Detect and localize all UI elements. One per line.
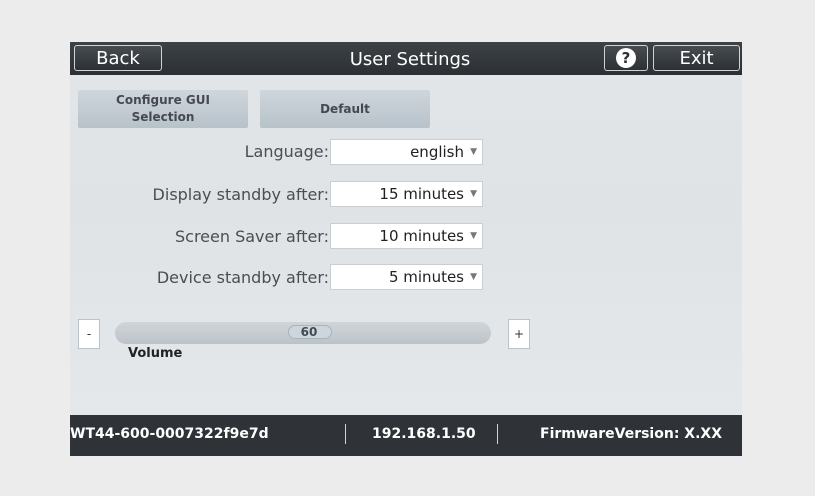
display-standby-dropdown[interactable]: 15 minutes ▼ xyxy=(330,181,483,207)
language-label: Language: xyxy=(244,142,329,161)
volume-decrease-button[interactable]: - xyxy=(78,319,100,349)
device-standby-value: 5 minutes xyxy=(388,268,464,286)
configure-gui-selection-button[interactable]: Configure GUI Selection xyxy=(78,90,248,128)
device-id: WT44-600-0007322f9e7d xyxy=(70,426,269,442)
configure-gui-selection-label: Configure GUI Selection xyxy=(116,93,210,124)
help-icon: ? xyxy=(616,48,636,68)
firmware-version: FirmwareVersion: X.XX xyxy=(540,426,722,442)
title-bar: Back User Settings ? Exit xyxy=(70,42,742,75)
divider xyxy=(497,424,498,444)
ip-address: 192.168.1.50 xyxy=(372,426,476,442)
screen-saver-dropdown[interactable]: 10 minutes ▼ xyxy=(330,223,483,249)
volume-increase-button[interactable]: + xyxy=(508,319,530,349)
exit-button[interactable]: Exit xyxy=(653,45,740,71)
language-dropdown[interactable]: english ▼ xyxy=(330,139,483,165)
screen-saver-value: 10 minutes xyxy=(379,227,464,245)
default-label: Default xyxy=(320,101,370,116)
chevron-down-icon: ▼ xyxy=(470,147,477,157)
display-standby-value: 15 minutes xyxy=(379,185,464,203)
chevron-down-icon: ▼ xyxy=(470,189,477,199)
chevron-down-icon: ▼ xyxy=(470,272,477,282)
display-standby-label: Display standby after: xyxy=(152,185,329,204)
status-bar: WT44-600-0007322f9e7d 192.168.1.50 Firmw… xyxy=(70,415,742,456)
user-settings-screen: Back User Settings ? Exit Configure GUI … xyxy=(70,42,742,456)
chevron-down-icon: ▼ xyxy=(470,231,477,241)
device-standby-dropdown[interactable]: 5 minutes ▼ xyxy=(330,264,483,290)
page-title: User Settings xyxy=(349,49,471,70)
screen-saver-label: Screen Saver after: xyxy=(175,227,329,246)
default-button[interactable]: Default xyxy=(260,90,430,128)
divider xyxy=(345,424,346,444)
help-button[interactable]: ? xyxy=(604,45,648,71)
volume-label: Volume xyxy=(128,346,183,361)
volume-value: 60 xyxy=(300,325,318,339)
device-standby-label: Device standby after: xyxy=(156,268,329,287)
back-button[interactable]: Back xyxy=(74,45,162,71)
language-value: english xyxy=(410,143,464,161)
